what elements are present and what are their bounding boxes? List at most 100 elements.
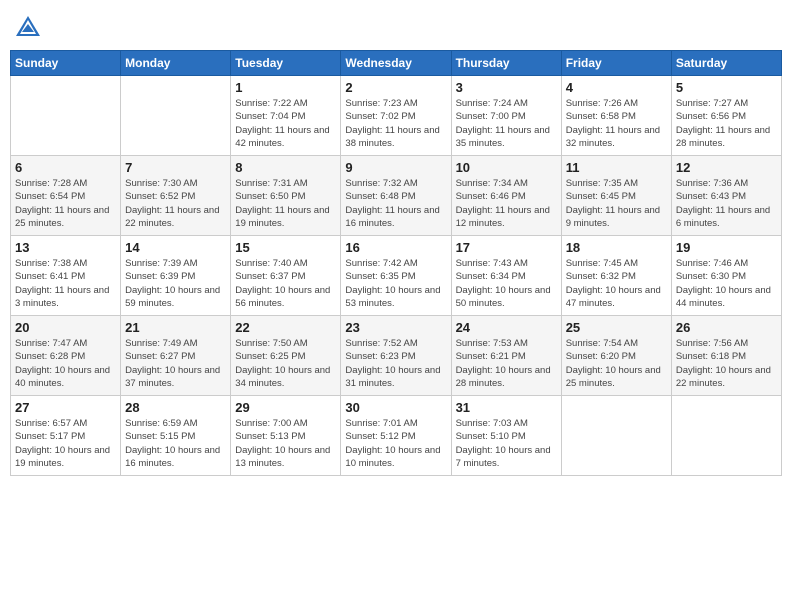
calendar-cell: 13 Sunrise: 7:38 AM Sunset: 6:41 PM Dayli… [11, 236, 121, 316]
day-number: 5 [676, 80, 777, 95]
day-header-monday: Monday [121, 51, 231, 76]
day-info: Sunrise: 7:50 AM Sunset: 6:25 PM Dayligh… [235, 337, 336, 390]
day-number: 16 [345, 240, 446, 255]
calendar-cell: 9Sunrise: 7:32 AM Sunset: 6:48 PM Daylig… [341, 156, 451, 236]
day-info: Sunrise: 7:40 AM Sunset: 6:37 PM Dayligh… [235, 257, 336, 310]
calendar-cell [11, 76, 121, 156]
calendar-cell: 11 Sunrise: 7:35 AM Sunset: 6:45 PM Dayli… [561, 156, 671, 236]
day-number: 8 [235, 160, 336, 175]
day-info: Sunrise: 7:30 AM Sunset: 6:52 PM Dayligh… [125, 177, 226, 230]
day-info: Sunrise: 7:42 AM Sunset: 6:35 PM Dayligh… [345, 257, 446, 310]
day-number: 13 [15, 240, 116, 255]
day-number: 3 [456, 80, 557, 95]
day-number: 22 [235, 320, 336, 335]
day-info: Sunrise: 6:57 AM Sunset: 5:17 PM Dayligh… [15, 417, 116, 470]
calendar-cell: 24 Sunrise: 7:53 AM Sunset: 6:21 PM Dayli… [451, 316, 561, 396]
calendar-cell: 16 Sunrise: 7:42 AM Sunset: 6:35 PM Dayli… [341, 236, 451, 316]
day-info: Sunrise: 7:45 AM Sunset: 6:32 PM Dayligh… [566, 257, 667, 310]
day-info: Sunrise: 7:52 AM Sunset: 6:23 PM Dayligh… [345, 337, 446, 390]
day-info: Sunrise: 7:27 AM Sunset: 6:56 PM Dayligh… [676, 97, 777, 150]
day-info: Sunrise: 7:22 AM Sunset: 7:04 PM Dayligh… [235, 97, 336, 150]
day-info: Sunrise: 7:54 AM Sunset: 6:20 PM Dayligh… [566, 337, 667, 390]
calendar-cell: 14Sunrise: 7:39 AM Sunset: 6:39 PM Dayli… [121, 236, 231, 316]
calendar-cell: 22 Sunrise: 7:50 AM Sunset: 6:25 PM Dayli… [231, 316, 341, 396]
day-header-wednesday: Wednesday [341, 51, 451, 76]
day-number: 14 [125, 240, 226, 255]
calendar-cell: 1Sunrise: 7:22 AM Sunset: 7:04 PM Daylig… [231, 76, 341, 156]
day-number: 30 [345, 400, 446, 415]
day-info: Sunrise: 6:59 AM Sunset: 5:15 PM Dayligh… [125, 417, 226, 470]
day-info: Sunrise: 7:46 AM Sunset: 6:30 PM Dayligh… [676, 257, 777, 310]
calendar-cell: 6 Sunrise: 7:28 AM Sunset: 6:54 PM Daylig… [11, 156, 121, 236]
day-header-sunday: Sunday [11, 51, 121, 76]
day-header-friday: Friday [561, 51, 671, 76]
day-info: Sunrise: 7:34 AM Sunset: 6:46 PM Dayligh… [456, 177, 557, 230]
calendar-cell: 31 Sunrise: 7:03 AM Sunset: 5:10 PM Dayli… [451, 396, 561, 476]
day-number: 11 [566, 160, 667, 175]
calendar-cell: 10 Sunrise: 7:34 AM Sunset: 6:46 PM Dayli… [451, 156, 561, 236]
day-header-thursday: Thursday [451, 51, 561, 76]
day-info: Sunrise: 7:36 AM Sunset: 6:43 PM Dayligh… [676, 177, 777, 230]
day-info: Sunrise: 7:24 AM Sunset: 7:00 PM Dayligh… [456, 97, 557, 150]
day-info: Sunrise: 7:00 AM Sunset: 5:13 PM Dayligh… [235, 417, 336, 470]
day-number: 25 [566, 320, 667, 335]
day-number: 27 [15, 400, 116, 415]
day-info: Sunrise: 7:26 AM Sunset: 6:58 PM Dayligh… [566, 97, 667, 150]
day-info: Sunrise: 7:49 AM Sunset: 6:27 PM Dayligh… [125, 337, 226, 390]
calendar-cell: 30 Sunrise: 7:01 AM Sunset: 5:12 PM Dayli… [341, 396, 451, 476]
day-number: 24 [456, 320, 557, 335]
calendar-cell: 20 Sunrise: 7:47 AM Sunset: 6:28 PM Dayli… [11, 316, 121, 396]
day-header-saturday: Saturday [671, 51, 781, 76]
calendar-cell: 18Sunrise: 7:45 AM Sunset: 6:32 PM Dayli… [561, 236, 671, 316]
calendar-cell [121, 76, 231, 156]
calendar-cell: 7 Sunrise: 7:30 AM Sunset: 6:52 PM Daylig… [121, 156, 231, 236]
calendar-cell [561, 396, 671, 476]
day-info: Sunrise: 7:38 AM Sunset: 6:41 PM Dayligh… [15, 257, 116, 310]
calendar-cell: 17 Sunrise: 7:43 AM Sunset: 6:34 PM Dayli… [451, 236, 561, 316]
calendar-cell: 12 Sunrise: 7:36 AM Sunset: 6:43 PM Dayli… [671, 156, 781, 236]
day-info: Sunrise: 7:53 AM Sunset: 6:21 PM Dayligh… [456, 337, 557, 390]
calendar-cell: 23Sunrise: 7:52 AM Sunset: 6:23 PM Dayli… [341, 316, 451, 396]
calendar-cell: 2 Sunrise: 7:23 AM Sunset: 7:02 PM Daylig… [341, 76, 451, 156]
day-number: 12 [676, 160, 777, 175]
calendar-cell: 26 Sunrise: 7:56 AM Sunset: 6:18 PM Dayli… [671, 316, 781, 396]
logo [14, 14, 46, 42]
day-number: 6 [15, 160, 116, 175]
calendar-cell: 27 Sunrise: 6:57 AM Sunset: 5:17 PM Dayli… [11, 396, 121, 476]
day-info: Sunrise: 7:47 AM Sunset: 6:28 PM Dayligh… [15, 337, 116, 390]
page-header [10, 10, 782, 42]
calendar-table: SundayMondayTuesdayWednesdayThursdayFrid… [10, 50, 782, 476]
day-header-tuesday: Tuesday [231, 51, 341, 76]
day-number: 26 [676, 320, 777, 335]
calendar-cell [671, 396, 781, 476]
calendar-cell: 3 Sunrise: 7:24 AM Sunset: 7:00 PM Daylig… [451, 76, 561, 156]
week-row-1: 1Sunrise: 7:22 AM Sunset: 7:04 PM Daylig… [11, 76, 782, 156]
week-row-4: 20 Sunrise: 7:47 AM Sunset: 6:28 PM Dayli… [11, 316, 782, 396]
day-info: Sunrise: 7:32 AM Sunset: 6:48 PM Dayligh… [345, 177, 446, 230]
calendar-cell: 15Sunrise: 7:40 AM Sunset: 6:37 PM Dayli… [231, 236, 341, 316]
day-info: Sunrise: 7:56 AM Sunset: 6:18 PM Dayligh… [676, 337, 777, 390]
calendar-cell: 4 Sunrise: 7:26 AM Sunset: 6:58 PM Daylig… [561, 76, 671, 156]
header-row: SundayMondayTuesdayWednesdayThursdayFrid… [11, 51, 782, 76]
day-info: Sunrise: 7:01 AM Sunset: 5:12 PM Dayligh… [345, 417, 446, 470]
day-number: 4 [566, 80, 667, 95]
day-number: 29 [235, 400, 336, 415]
day-info: Sunrise: 7:43 AM Sunset: 6:34 PM Dayligh… [456, 257, 557, 310]
day-number: 10 [456, 160, 557, 175]
day-info: Sunrise: 7:03 AM Sunset: 5:10 PM Dayligh… [456, 417, 557, 470]
day-number: 2 [345, 80, 446, 95]
day-number: 21 [125, 320, 226, 335]
day-number: 20 [15, 320, 116, 335]
day-info: Sunrise: 7:35 AM Sunset: 6:45 PM Dayligh… [566, 177, 667, 230]
week-row-2: 6 Sunrise: 7:28 AM Sunset: 6:54 PM Daylig… [11, 156, 782, 236]
day-number: 19 [676, 240, 777, 255]
week-row-5: 27 Sunrise: 6:57 AM Sunset: 5:17 PM Dayli… [11, 396, 782, 476]
day-number: 31 [456, 400, 557, 415]
day-info: Sunrise: 7:28 AM Sunset: 6:54 PM Dayligh… [15, 177, 116, 230]
week-row-3: 13 Sunrise: 7:38 AM Sunset: 6:41 PM Dayli… [11, 236, 782, 316]
day-number: 7 [125, 160, 226, 175]
day-info: Sunrise: 7:23 AM Sunset: 7:02 PM Dayligh… [345, 97, 446, 150]
calendar-cell: 5 Sunrise: 7:27 AM Sunset: 6:56 PM Daylig… [671, 76, 781, 156]
day-number: 17 [456, 240, 557, 255]
calendar-cell: 25 Sunrise: 7:54 AM Sunset: 6:20 PM Dayli… [561, 316, 671, 396]
